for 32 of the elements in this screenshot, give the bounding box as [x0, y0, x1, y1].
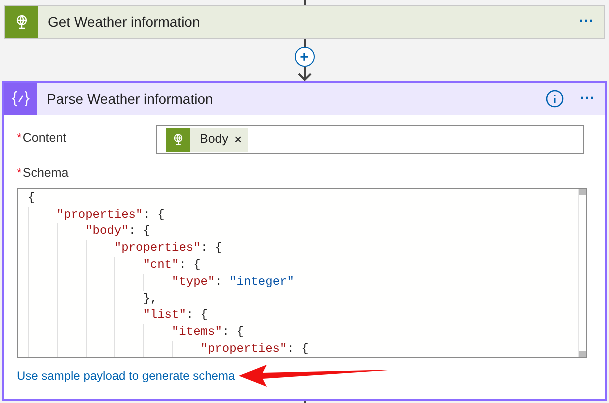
more-button[interactable]: ··· — [579, 10, 594, 34]
field-label: Content — [22, 130, 67, 147]
code-line: }, — [143, 290, 158, 308]
step-card[interactable]: Get Weather information ··· — [4, 5, 605, 39]
code-line: { — [28, 190, 36, 207]
arrow-down-icon — [296, 67, 312, 81]
code-editor[interactable]: { "properties": { "body": { "properties": { "cnt": { "type": "integer" }, "list": { "items": { "properties": { — [17, 188, 587, 358]
code-line: "items": { — [172, 324, 244, 341]
scrollbar[interactable] — [578, 188, 586, 357]
step-title: Get Weather information — [48, 12, 202, 32]
input-field[interactable]: Body × — [156, 125, 584, 154]
token-label: Body — [200, 131, 228, 148]
field-label: Schema — [22, 165, 69, 182]
braces-icon — [12, 91, 30, 107]
code-line: "body": { — [86, 223, 150, 240]
globe-icon — [172, 133, 184, 146]
card-header[interactable]: Parse Weather information ··· — [4, 83, 605, 115]
step-title: Parse Weather information — [47, 90, 214, 108]
token-chip[interactable]: Body × — [166, 128, 248, 152]
code-line: "list": { — [143, 307, 208, 324]
more-button[interactable]: ··· — [580, 88, 595, 110]
required-mark: * — [17, 165, 22, 182]
remove-token-button[interactable]: × — [234, 130, 242, 150]
info-icon[interactable] — [546, 90, 564, 108]
generate-schema-link[interactable]: Use sample payload to generate schema — [17, 366, 236, 385]
code-line: "type": "integer" — [172, 274, 294, 291]
code-line: "properties": { — [114, 240, 222, 257]
required-mark: * — [17, 130, 22, 147]
code-line: "properties": { — [200, 340, 309, 357]
code-line: "cnt": { — [143, 256, 201, 274]
add-step-button[interactable]: + — [294, 47, 314, 67]
code-line: "properties": { — [56, 206, 165, 224]
